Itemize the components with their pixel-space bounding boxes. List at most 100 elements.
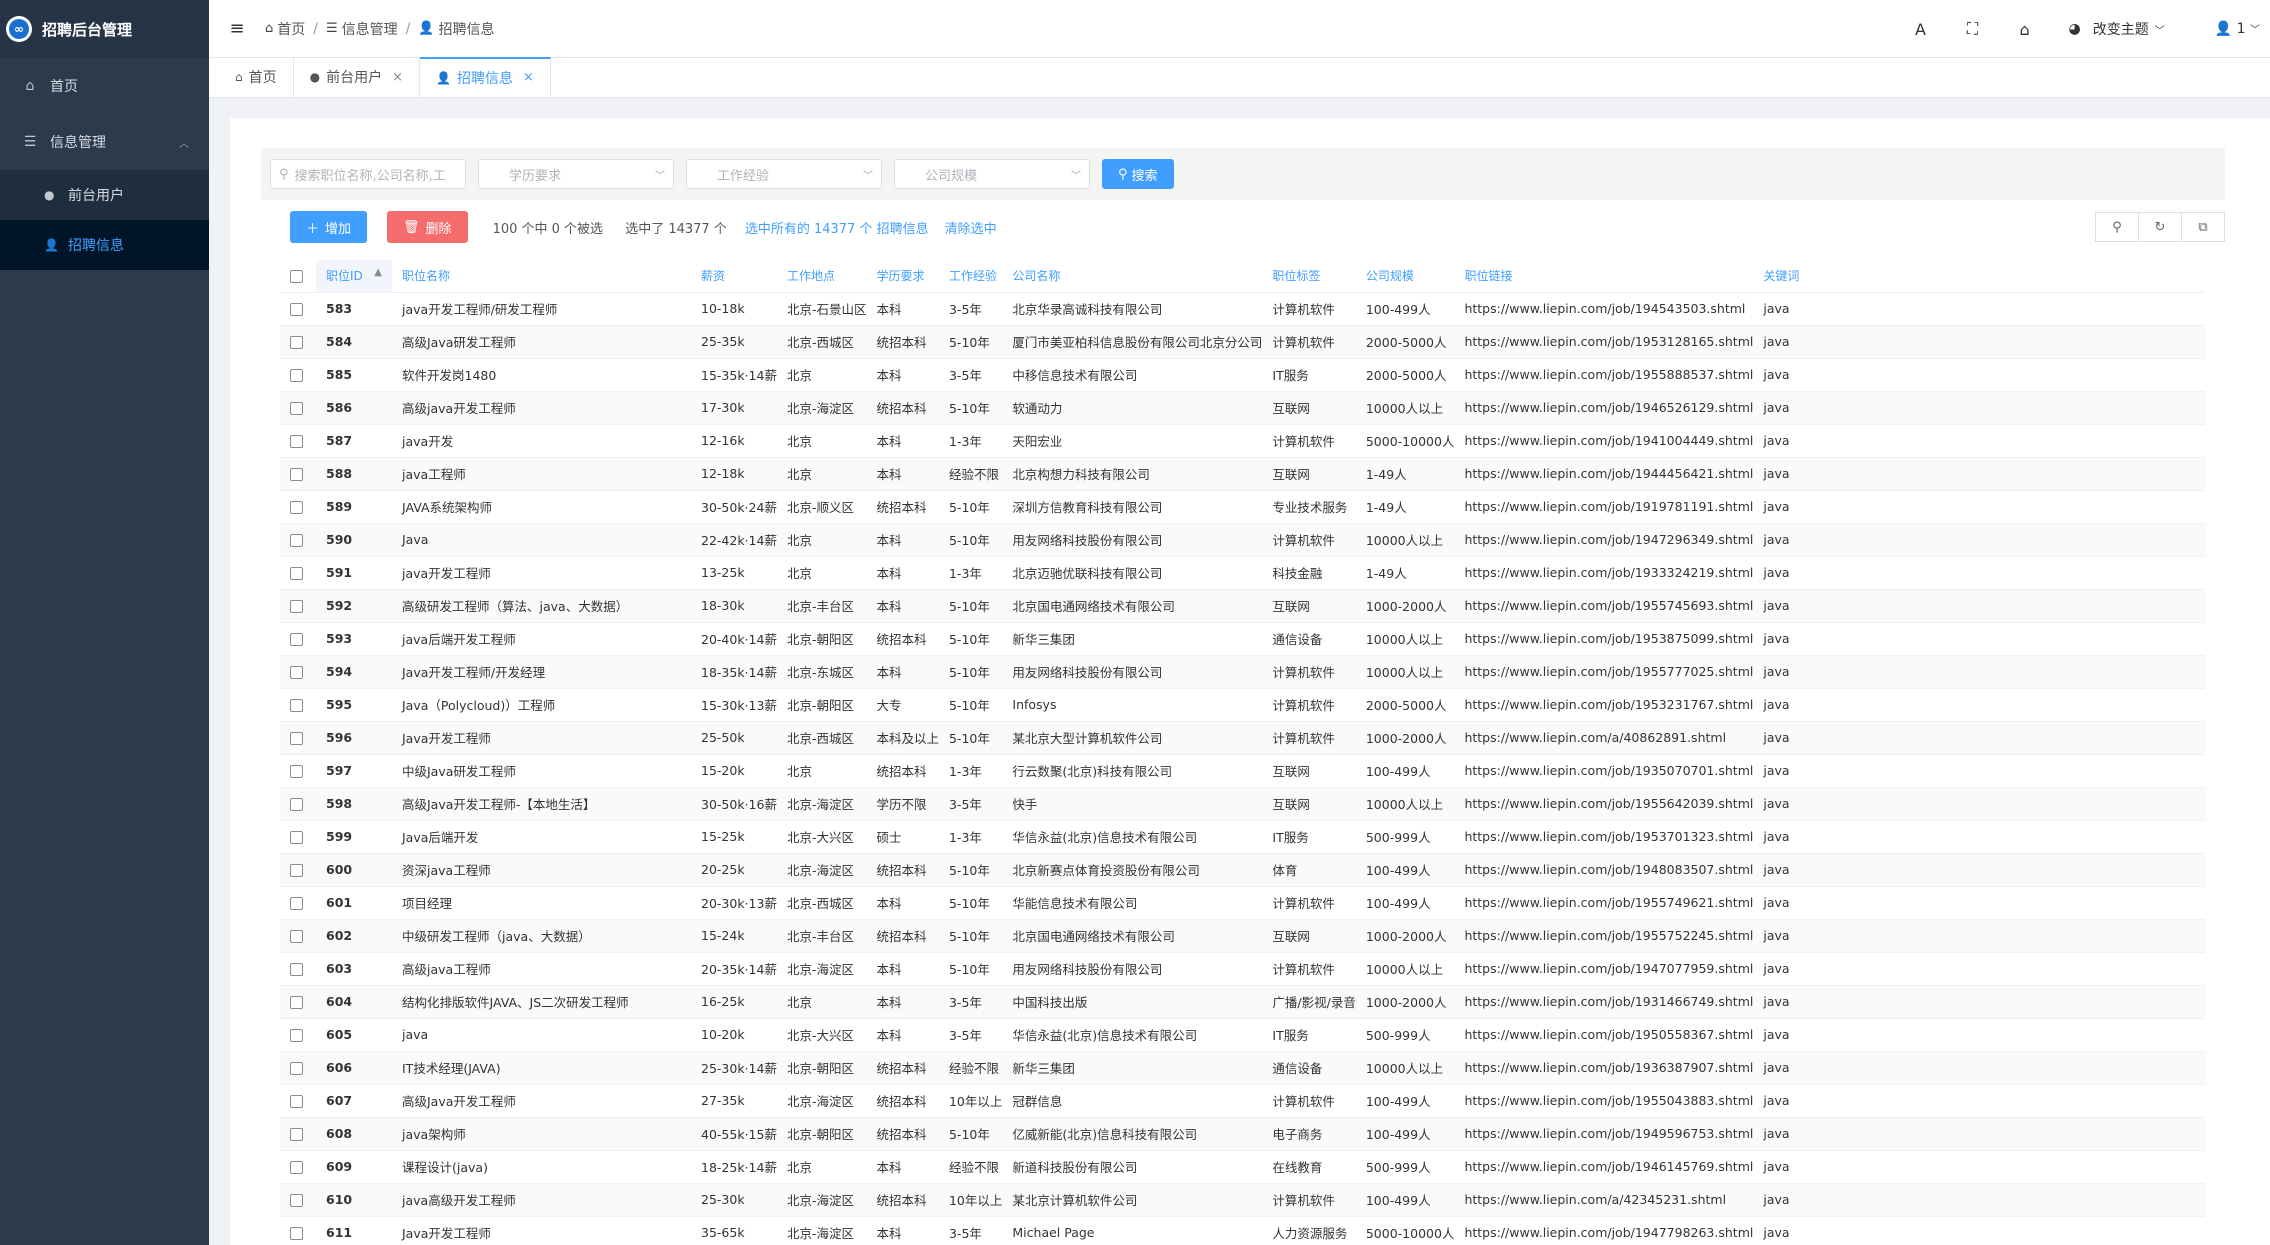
table-row[interactable]: 592 高级研发工程师（算法、java、大数据） 18-30k 北京-丰台区 本科 5-1… [280, 589, 2205, 623]
search-input[interactable]: ⚲ 搜索职位名称,公司名称,工 [270, 159, 466, 189]
cell-id[interactable]: 589 [316, 490, 392, 524]
experience-select[interactable]: 工作经验 ﹀ [686, 159, 882, 189]
row-checkbox[interactable] [290, 996, 303, 1009]
home-icon[interactable]: ⌂ [1999, 20, 2051, 39]
table-row[interactable]: 603 高级java工程师 20-35k·14薪 北京-海淀区 本科 5-10年 用友网络科… [280, 952, 2205, 986]
table-row[interactable]: 595 Java（Polycloud)）工程师 15-30k·13薪 北京-朝阳区 大专… [280, 688, 2205, 722]
row-checkbox[interactable] [290, 1095, 303, 1108]
row-checkbox[interactable] [290, 1029, 303, 1042]
user-menu[interactable]: 👤 1 ﹀ [2215, 21, 2260, 37]
app-logo[interactable]: ∞ 招聘后台管理 [0, 0, 209, 58]
row-checkbox[interactable] [290, 798, 303, 811]
sidebar-group-info-management[interactable]: ☰ 信息管理 ︿ [0, 114, 209, 170]
table-row[interactable]: 593 java后端开发工程师 20-40k·14薪 北京-朝阳区 统招本科 5-10年新… [280, 622, 2205, 656]
row-checkbox[interactable] [290, 1161, 303, 1174]
row-checkbox[interactable] [290, 534, 303, 547]
row-checkbox[interactable] [290, 600, 303, 613]
breadcrumb-item-home[interactable]: 首页 [277, 19, 305, 39]
table-row[interactable]: 606 IT技术经理(JAVA) 25-30k·14薪 北京-朝阳区 统招本科 经验不限新… [280, 1051, 2205, 1085]
cell-id[interactable]: 610 [316, 1183, 392, 1217]
cell-id[interactable]: 604 [316, 985, 392, 1019]
row-checkbox[interactable] [290, 831, 303, 844]
cell-id[interactable]: 595 [316, 688, 392, 722]
table-row[interactable]: 585 软件开发岗1480 15-35k·14薪 北京 本科 3-5年 中移信息技术有限公司… [280, 358, 2205, 392]
column-header-company[interactable]: 公司名称 [1002, 260, 1263, 293]
column-header-location[interactable]: 工作地点 [776, 260, 867, 293]
cell-id[interactable]: 600 [316, 853, 392, 887]
cell-id[interactable]: 605 [316, 1018, 392, 1052]
table-row[interactable]: 590 Java 22-42k·14薪 北京 本科 5-10年 用友网络科技股份有限公司 计算… [280, 523, 2205, 557]
row-checkbox[interactable] [290, 864, 303, 877]
column-header-tag[interactable]: 职位标签 [1262, 260, 1356, 293]
cell-id[interactable]: 586 [316, 391, 392, 425]
row-checkbox[interactable] [290, 1128, 303, 1141]
tab-home[interactable]: ⌂ 首页 [219, 57, 294, 97]
close-icon[interactable]: × [392, 70, 403, 85]
cell-id[interactable]: 597 [316, 754, 392, 788]
table-row[interactable]: 602 中级研发工程师（java、大数据） 15-24k 北京-丰台区 统招本科 5-10… [280, 919, 2205, 953]
row-checkbox[interactable] [290, 402, 303, 415]
row-checkbox[interactable] [290, 963, 303, 976]
column-header-company-size[interactable]: 公司规模 [1355, 260, 1455, 293]
column-header-experience[interactable]: 工作经验 [938, 260, 1003, 293]
row-checkbox[interactable] [290, 633, 303, 646]
company-size-select[interactable]: 公司规模 ﹀ [894, 159, 1090, 189]
cell-id[interactable]: 608 [316, 1117, 392, 1151]
row-checkbox[interactable] [290, 765, 303, 778]
cell-id[interactable]: 591 [316, 556, 392, 590]
cell-id[interactable]: 594 [316, 655, 392, 689]
breadcrumb-item-info-management[interactable]: 信息管理 [342, 19, 398, 39]
table-row[interactable]: 594 Java开发工程师/开发经理 18-35k·14薪 北京-东城区 本科 5-10年… [280, 655, 2205, 689]
cell-id[interactable]: 599 [316, 820, 392, 854]
education-select[interactable]: 学历要求 ﹀ [478, 159, 674, 189]
column-header-keyword[interactable]: 关键词 [1753, 260, 2205, 293]
table-row[interactable]: 604 结构化排版软件JAVA、JS二次研发工程师 16-25k 北京 本科 3-5年 中国… [280, 985, 2205, 1019]
cell-id[interactable]: 587 [316, 424, 392, 458]
cell-id[interactable]: 588 [316, 457, 392, 491]
cell-id[interactable]: 583 [316, 292, 392, 326]
row-checkbox[interactable] [290, 567, 303, 580]
sidebar-item-home[interactable]: ⌂ 首页 [0, 58, 209, 114]
column-header-link[interactable]: 职位链接 [1454, 260, 1754, 293]
search-toggle-icon[interactable]: ⚲ [2095, 212, 2139, 242]
row-checkbox[interactable] [290, 666, 303, 679]
column-header-title[interactable]: 职位名称 [392, 260, 691, 293]
close-icon[interactable]: × [523, 70, 534, 85]
row-checkbox[interactable] [290, 1062, 303, 1075]
add-button[interactable]: ＋ 增加 [290, 211, 368, 243]
table-row[interactable]: 608 java架构师 40-55k·15薪 北京-朝阳区 统招本科 5-10年 亿威新能(… [280, 1117, 2205, 1151]
table-row[interactable]: 588 java工程师 12-18k 北京 本科 经验不限 北京构想力科技有限公司 互联网 1-… [280, 457, 2205, 491]
refresh-icon[interactable]: ↻ [2138, 212, 2182, 242]
table-row[interactable]: 607 高级Java开发工程师 27-35k 北京-海淀区 统招本科 10年以上 冠群信息计… [280, 1084, 2205, 1118]
table-row[interactable]: 584 高级Java研发工程师 25-35k 北京-西城区 统招本科 5-10年 厦门市美亚… [280, 325, 2205, 359]
cell-id[interactable]: 590 [316, 523, 392, 557]
font-size-icon[interactable]: A [1895, 20, 1947, 39]
row-checkbox[interactable] [290, 468, 303, 481]
cell-id[interactable]: 609 [316, 1150, 392, 1184]
cell-id[interactable]: 584 [316, 325, 392, 359]
tab-frontend-users[interactable]: ● 前台用户 × [294, 57, 421, 97]
row-checkbox[interactable] [290, 501, 303, 514]
row-checkbox[interactable] [290, 336, 303, 349]
table-row[interactable]: 597 中级Java研发工程师 15-20k 北京 统招本科 1-3年 行云数聚(北京)科技… [280, 754, 2205, 788]
cell-id[interactable]: 602 [316, 919, 392, 953]
sidebar-item-job-info[interactable]: 👤 招聘信息 [0, 220, 209, 270]
cell-id[interactable]: 607 [316, 1084, 392, 1118]
table-row[interactable]: 610 java高级开发工程师 25-30k 北京-海淀区 统招本科 10年以上 某北京计算… [280, 1183, 2205, 1217]
table-row[interactable]: 601 项目经理 20-30k·13薪 北京-西城区 本科 5-10年 华能信息技术有限公司… [280, 886, 2205, 920]
column-header-education[interactable]: 学历要求 [866, 260, 939, 293]
row-checkbox[interactable] [290, 435, 303, 448]
cell-id[interactable]: 592 [316, 589, 392, 623]
table-row[interactable]: 611 Java开发工程师 35-65k 北京-海淀区 本科 3-5年 Michael Pa… [280, 1216, 2205, 1245]
column-header-id[interactable]: 职位ID ▲ [316, 260, 392, 293]
row-checkbox[interactable] [290, 699, 303, 712]
column-header-salary[interactable]: 薪资 [691, 260, 777, 293]
cell-id[interactable]: 603 [316, 952, 392, 986]
table-row[interactable]: 605 java 10-20k 北京-大兴区 本科 3-5年 华信永益(北京)信息技术有限公… [280, 1018, 2205, 1052]
cell-id[interactable]: 606 [316, 1051, 392, 1085]
export-icon[interactable]: ⧉ [2181, 212, 2225, 242]
table-row[interactable]: 586 高级java开发工程师 17-30k 北京-海淀区 统招本科 5-10年 软通动力互… [280, 391, 2205, 425]
change-theme-dropdown[interactable]: ◕ 改变主题 ﹀ [2069, 19, 2165, 39]
row-checkbox[interactable] [290, 1194, 303, 1207]
table-row[interactable]: 598 高级Java开发工程师-【本地生活】 30-50k·16薪 北京-海淀区 学历不… [280, 787, 2205, 821]
